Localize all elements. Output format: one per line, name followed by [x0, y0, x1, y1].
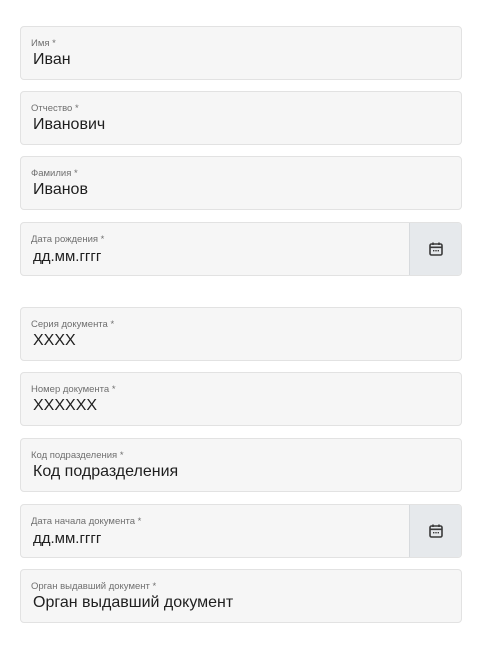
- birth-date-calendar-button[interactable]: [409, 223, 461, 275]
- doc-start-date-label: Дата начала документа *: [31, 516, 142, 527]
- patronymic-field[interactable]: Отчество * Иванович: [20, 91, 462, 145]
- doc-series-field[interactable]: Серия документа * XXXX: [20, 307, 462, 361]
- last-name-input[interactable]: Иванов: [33, 181, 88, 199]
- division-code-field[interactable]: Код подразделения * Код подразделения: [20, 438, 462, 492]
- first-name-input[interactable]: Иван: [33, 51, 71, 69]
- birth-date-input[interactable]: дд.мм.гггг: [33, 248, 101, 265]
- last-name-label: Фамилия *: [31, 168, 78, 179]
- birth-date-label: Дата рождения *: [31, 234, 105, 245]
- doc-number-field[interactable]: Номер документа * XXXXXX: [20, 372, 462, 426]
- doc-series-label: Серия документа *: [31, 319, 115, 330]
- issuing-authority-label: Орган выдавший документ *: [31, 581, 157, 592]
- doc-start-date-field[interactable]: Дата начала документа * дд.мм.гггг: [20, 504, 462, 558]
- division-code-label: Код подразделения *: [31, 450, 124, 461]
- first-name-label: Имя *: [31, 38, 56, 49]
- patronymic-label: Отчество *: [31, 103, 79, 114]
- doc-start-date-calendar-button[interactable]: [409, 505, 461, 557]
- last-name-field[interactable]: Фамилия * Иванов: [20, 156, 462, 210]
- calendar-icon: [428, 242, 443, 256]
- doc-number-label: Номер документа *: [31, 384, 116, 395]
- doc-number-input[interactable]: XXXXXX: [33, 397, 97, 415]
- birth-date-field[interactable]: Дата рождения * дд.мм.гггг: [20, 222, 462, 276]
- doc-series-input[interactable]: XXXX: [33, 332, 76, 350]
- division-code-input[interactable]: Код подразделения: [33, 463, 178, 481]
- patronymic-input[interactable]: Иванович: [33, 116, 105, 134]
- issuing-authority-field[interactable]: Орган выдавший документ * Орган выдавший…: [20, 569, 462, 623]
- first-name-field[interactable]: Имя * Иван: [20, 26, 462, 80]
- issuing-authority-input[interactable]: Орган выдавший документ: [33, 594, 233, 612]
- doc-start-date-input[interactable]: дд.мм.гггг: [33, 530, 101, 547]
- personal-data-form: Имя * Иван Отчество * Иванович Фамилия *…: [0, 0, 483, 648]
- calendar-icon: [428, 524, 443, 538]
